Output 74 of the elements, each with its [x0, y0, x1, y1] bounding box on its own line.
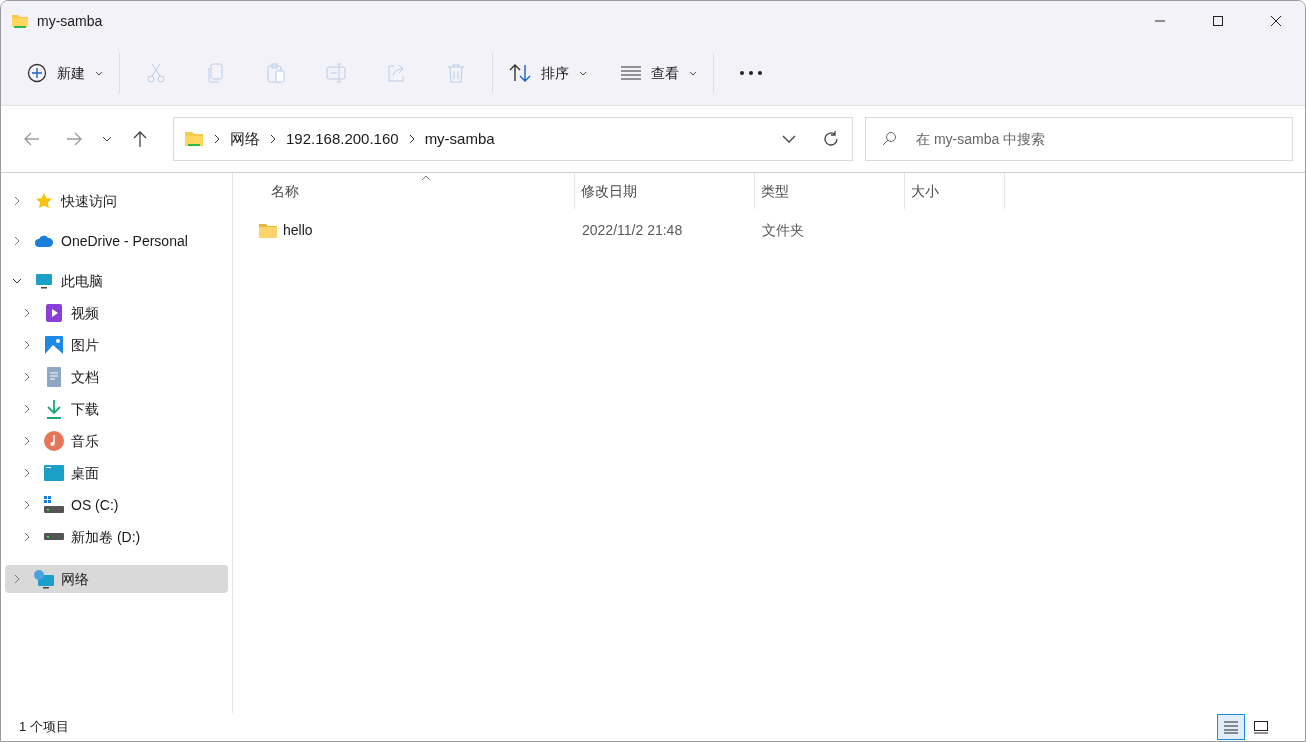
sidebar-item[interactable]: 网络	[5, 565, 228, 593]
window-title: my-samba	[37, 11, 103, 31]
tiles-icon	[1253, 720, 1269, 734]
sidebar-item[interactable]: 图片	[5, 331, 228, 359]
chevron-right-icon[interactable]	[22, 340, 32, 350]
caret-icon	[95, 70, 103, 76]
music-icon	[44, 431, 64, 451]
modified-date: 2022/11/2 21:48	[582, 221, 683, 238]
image-icon	[45, 336, 63, 354]
search-icon	[881, 131, 897, 147]
column-header[interactable]: 大小	[905, 173, 1005, 209]
close-icon	[1270, 15, 1282, 27]
drive-icon	[44, 533, 64, 541]
cloud-icon	[34, 234, 54, 248]
refresh-icon[interactable]	[822, 130, 840, 148]
column-header[interactable]: 名称	[233, 173, 575, 209]
folder-icon	[259, 222, 277, 238]
sidebar-item[interactable]: 快速访问	[5, 187, 228, 215]
chevron-right-icon[interactable]	[22, 468, 32, 478]
column-header[interactable]: 类型	[755, 173, 905, 209]
breadcrumb-item[interactable]: 192.168.200.160	[286, 127, 399, 151]
chevron-right-icon[interactable]	[22, 372, 32, 382]
new-button[interactable]: 新建	[17, 53, 113, 93]
chevron-right-icon[interactable]	[22, 500, 32, 510]
folder-icon	[184, 131, 204, 147]
chevron-right-icon[interactable]	[22, 436, 32, 446]
chevron-right-icon[interactable]	[12, 236, 22, 246]
search-field[interactable]: 在 my-samba 中搜索	[865, 117, 1293, 161]
chevron-right-icon[interactable]	[22, 308, 32, 318]
sidebar-item[interactable]: 视频	[5, 299, 228, 327]
desktop-icon	[44, 465, 64, 481]
address-bar[interactable]: 网络 192.168.200.160 my-samba	[173, 117, 853, 161]
chevron-right-icon[interactable]	[22, 404, 32, 414]
breadcrumb-item[interactable]: my-samba	[424, 127, 495, 151]
item-count: 1 个项目	[19, 718, 70, 737]
sort-button[interactable]: 排序	[499, 53, 597, 93]
star-icon	[35, 192, 53, 210]
sidebar-item[interactable]: 新加卷 (D:)	[5, 523, 228, 551]
drive-icon	[44, 496, 64, 514]
details-icon	[1223, 720, 1239, 734]
dropdown-icon[interactable]	[782, 134, 796, 144]
column-header[interactable]: 修改日期	[575, 173, 755, 209]
chevron-down-icon	[102, 136, 112, 142]
file-name: hello	[283, 220, 313, 240]
video-icon	[45, 303, 63, 323]
document-icon	[47, 367, 61, 387]
breadcrumb-item[interactable]: 网络	[230, 127, 260, 151]
file-row[interactable]: hello 2022/11/2 21:48 文件夹	[233, 213, 1305, 247]
forward-arrow-icon	[65, 130, 83, 148]
sidebar-item[interactable]: 文档	[5, 363, 228, 391]
sidebar-item[interactable]: OneDrive - Personal	[5, 227, 228, 255]
chevron-right-icon[interactable]	[12, 574, 22, 584]
maximize-icon	[1212, 15, 1224, 27]
chevron-icon	[214, 134, 220, 144]
download-icon	[46, 399, 62, 419]
file-type: 文件夹	[762, 221, 804, 238]
caret-icon	[579, 70, 587, 76]
folder-icon	[11, 13, 29, 29]
sidebar-item[interactable]: 音乐	[5, 427, 228, 455]
up-arrow-icon	[131, 130, 149, 148]
chevron-down-icon[interactable]	[12, 278, 22, 284]
sidebar-item[interactable]: 桌面	[5, 459, 228, 487]
network-icon	[33, 569, 55, 589]
chevron-right-icon[interactable]	[22, 532, 32, 542]
caret-icon	[689, 70, 697, 76]
chevron-icon	[270, 134, 276, 144]
view-button[interactable]: 查看	[611, 53, 707, 93]
chevron-right-icon[interactable]	[12, 196, 22, 206]
back-arrow-icon	[23, 130, 41, 148]
sidebar-item[interactable]: 下载	[5, 395, 228, 423]
monitor-icon	[35, 272, 53, 290]
sidebar-item[interactable]: OS (C:)	[5, 491, 228, 519]
chevron-icon	[408, 134, 415, 144]
sidebar-item[interactable]: 此电脑	[5, 267, 228, 295]
